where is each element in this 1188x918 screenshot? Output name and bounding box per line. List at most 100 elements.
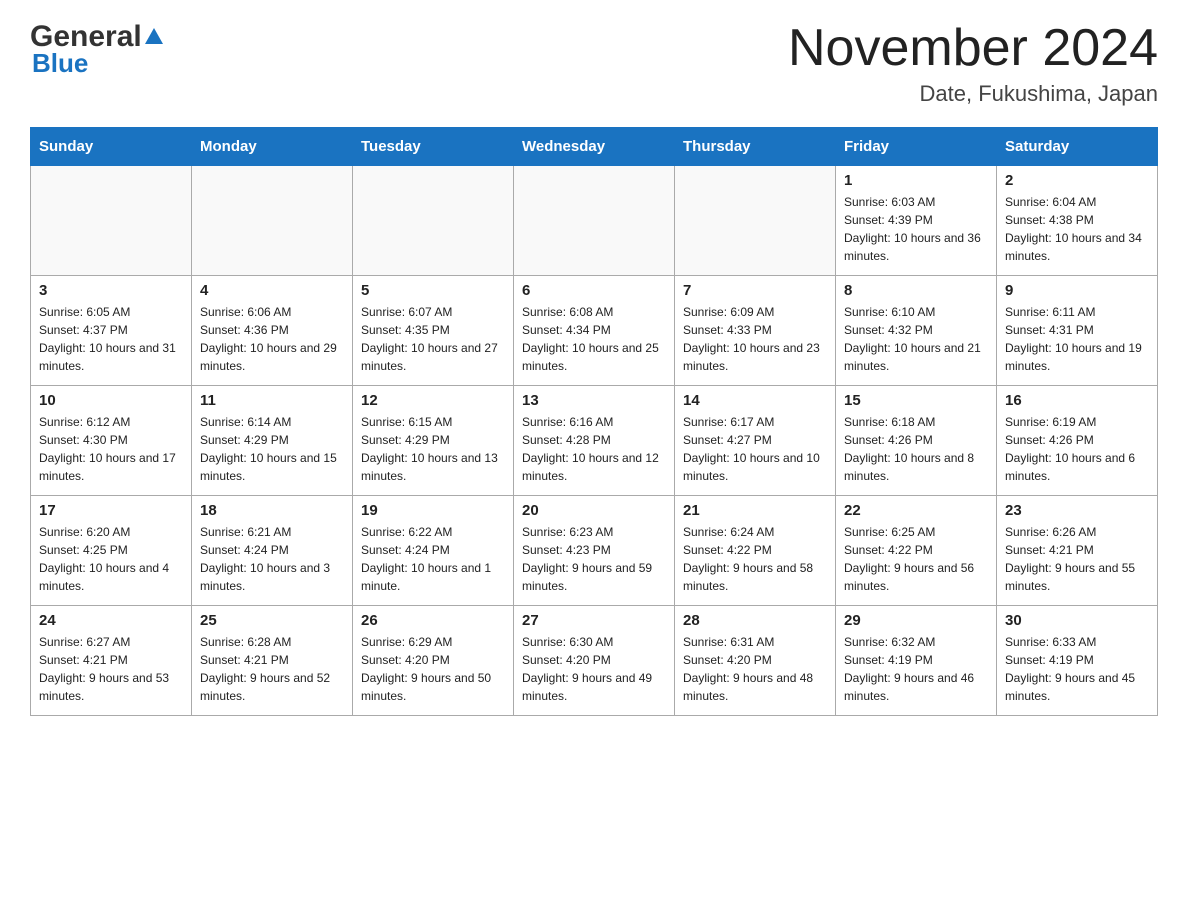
day-info: Sunrise: 6:05 AM Sunset: 4:37 PM Dayligh… (39, 303, 183, 375)
day-number: 23 (1005, 502, 1149, 519)
table-row (514, 166, 675, 276)
day-info: Sunrise: 6:23 AM Sunset: 4:23 PM Dayligh… (522, 523, 666, 595)
day-info: Sunrise: 6:26 AM Sunset: 4:21 PM Dayligh… (1005, 523, 1149, 595)
day-number: 9 (1005, 282, 1149, 299)
day-number: 25 (200, 612, 344, 629)
day-number: 2 (1005, 172, 1149, 189)
day-info: Sunrise: 6:15 AM Sunset: 4:29 PM Dayligh… (361, 413, 505, 485)
header-thursday: Thursday (675, 128, 836, 166)
day-info: Sunrise: 6:24 AM Sunset: 4:22 PM Dayligh… (683, 523, 827, 595)
day-info: Sunrise: 6:14 AM Sunset: 4:29 PM Dayligh… (200, 413, 344, 485)
logo-triangle-icon (145, 28, 163, 44)
header-friday: Friday (836, 128, 997, 166)
day-info: Sunrise: 6:33 AM Sunset: 4:19 PM Dayligh… (1005, 633, 1149, 705)
calendar-subtitle: Date, Fukushima, Japan (788, 81, 1158, 107)
day-number: 17 (39, 502, 183, 519)
day-number: 19 (361, 502, 505, 519)
day-info: Sunrise: 6:32 AM Sunset: 4:19 PM Dayligh… (844, 633, 988, 705)
calendar-table: Sunday Monday Tuesday Wednesday Thursday… (30, 127, 1158, 716)
day-info: Sunrise: 6:16 AM Sunset: 4:28 PM Dayligh… (522, 413, 666, 485)
calendar-title: November 2024 (788, 20, 1158, 77)
day-number: 6 (522, 282, 666, 299)
day-info: Sunrise: 6:21 AM Sunset: 4:24 PM Dayligh… (200, 523, 344, 595)
day-info: Sunrise: 6:20 AM Sunset: 4:25 PM Dayligh… (39, 523, 183, 595)
day-number: 22 (844, 502, 988, 519)
day-number: 28 (683, 612, 827, 629)
day-number: 21 (683, 502, 827, 519)
day-number: 24 (39, 612, 183, 629)
day-number: 14 (683, 392, 827, 409)
day-info: Sunrise: 6:25 AM Sunset: 4:22 PM Dayligh… (844, 523, 988, 595)
day-info: Sunrise: 6:29 AM Sunset: 4:20 PM Dayligh… (361, 633, 505, 705)
day-number: 3 (39, 282, 183, 299)
day-info: Sunrise: 6:30 AM Sunset: 4:20 PM Dayligh… (522, 633, 666, 705)
calendar-week-row: 3 Sunrise: 6:05 AM Sunset: 4:37 PM Daylig… (31, 276, 1158, 386)
day-number: 5 (361, 282, 505, 299)
table-row: 5 Sunrise: 6:07 AM Sunset: 4:35 PM Daylig… (353, 276, 514, 386)
table-row: 7 Sunrise: 6:09 AM Sunset: 4:33 PM Daylig… (675, 276, 836, 386)
table-row: 20 Sunrise: 6:23 AM Sunset: 4:23 PM Dayli… (514, 496, 675, 606)
table-row (31, 166, 192, 276)
table-row: 29 Sunrise: 6:32 AM Sunset: 4:19 PM Dayli… (836, 606, 997, 716)
day-number: 16 (1005, 392, 1149, 409)
day-number: 15 (844, 392, 988, 409)
table-row: 2 Sunrise: 6:04 AM Sunset: 4:38 PM Daylig… (997, 166, 1158, 276)
header-wednesday: Wednesday (514, 128, 675, 166)
day-info: Sunrise: 6:07 AM Sunset: 4:35 PM Dayligh… (361, 303, 505, 375)
day-info: Sunrise: 6:12 AM Sunset: 4:30 PM Dayligh… (39, 413, 183, 485)
calendar-week-row: 17 Sunrise: 6:20 AM Sunset: 4:25 PM Dayli… (31, 496, 1158, 606)
day-number: 18 (200, 502, 344, 519)
header-sunday: Sunday (31, 128, 192, 166)
table-row (353, 166, 514, 276)
table-row: 9 Sunrise: 6:11 AM Sunset: 4:31 PM Daylig… (997, 276, 1158, 386)
day-number: 20 (522, 502, 666, 519)
header-saturday: Saturday (997, 128, 1158, 166)
table-row: 26 Sunrise: 6:29 AM Sunset: 4:20 PM Dayli… (353, 606, 514, 716)
table-row: 17 Sunrise: 6:20 AM Sunset: 4:25 PM Dayli… (31, 496, 192, 606)
day-number: 10 (39, 392, 183, 409)
table-row: 16 Sunrise: 6:19 AM Sunset: 4:26 PM Dayli… (997, 386, 1158, 496)
day-info: Sunrise: 6:08 AM Sunset: 4:34 PM Dayligh… (522, 303, 666, 375)
table-row: 1Sunrise: 6:03 AM Sunset: 4:39 PM Daylig… (836, 166, 997, 276)
day-info: Sunrise: 6:27 AM Sunset: 4:21 PM Dayligh… (39, 633, 183, 705)
table-row: 8Sunrise: 6:10 AM Sunset: 4:32 PM Daylig… (836, 276, 997, 386)
table-row: 23 Sunrise: 6:26 AM Sunset: 4:21 PM Dayli… (997, 496, 1158, 606)
table-row: 13 Sunrise: 6:16 AM Sunset: 4:28 PM Dayli… (514, 386, 675, 496)
calendar-week-row: 1Sunrise: 6:03 AM Sunset: 4:39 PM Daylig… (31, 166, 1158, 276)
day-info: Sunrise: 6:03 AM Sunset: 4:39 PM Dayligh… (844, 193, 988, 265)
day-info: Sunrise: 6:19 AM Sunset: 4:26 PM Dayligh… (1005, 413, 1149, 485)
day-number: 30 (1005, 612, 1149, 629)
day-info: Sunrise: 6:17 AM Sunset: 4:27 PM Dayligh… (683, 413, 827, 485)
table-row: 15Sunrise: 6:18 AM Sunset: 4:26 PM Dayli… (836, 386, 997, 496)
day-number: 27 (522, 612, 666, 629)
table-row: 22 Sunrise: 6:25 AM Sunset: 4:22 PM Dayli… (836, 496, 997, 606)
day-number: 29 (844, 612, 988, 629)
table-row: 3 Sunrise: 6:05 AM Sunset: 4:37 PM Daylig… (31, 276, 192, 386)
day-number: 13 (522, 392, 666, 409)
day-info: Sunrise: 6:10 AM Sunset: 4:32 PM Dayligh… (844, 303, 988, 375)
day-info: Sunrise: 6:04 AM Sunset: 4:38 PM Dayligh… (1005, 193, 1149, 265)
table-row: 11 Sunrise: 6:14 AM Sunset: 4:29 PM Dayli… (192, 386, 353, 496)
table-row: 27 Sunrise: 6:30 AM Sunset: 4:20 PM Dayli… (514, 606, 675, 716)
day-info: Sunrise: 6:11 AM Sunset: 4:31 PM Dayligh… (1005, 303, 1149, 375)
table-row: 18 Sunrise: 6:21 AM Sunset: 4:24 PM Dayli… (192, 496, 353, 606)
table-row: 12Sunrise: 6:15 AM Sunset: 4:29 PM Dayli… (353, 386, 514, 496)
day-number: 26 (361, 612, 505, 629)
table-row: 14 Sunrise: 6:17 AM Sunset: 4:27 PM Dayli… (675, 386, 836, 496)
table-row: 19Sunrise: 6:22 AM Sunset: 4:24 PM Dayli… (353, 496, 514, 606)
day-number: 7 (683, 282, 827, 299)
day-info: Sunrise: 6:28 AM Sunset: 4:21 PM Dayligh… (200, 633, 344, 705)
page-header: General Blue November 2024 Date, Fukushi… (30, 20, 1158, 107)
title-block: November 2024 Date, Fukushima, Japan (788, 20, 1158, 107)
day-number: 11 (200, 392, 344, 409)
table-row: 21 Sunrise: 6:24 AM Sunset: 4:22 PM Dayli… (675, 496, 836, 606)
table-row: 10 Sunrise: 6:12 AM Sunset: 4:30 PM Dayli… (31, 386, 192, 496)
table-row: 25 Sunrise: 6:28 AM Sunset: 4:21 PM Dayli… (192, 606, 353, 716)
table-row: 24 Sunrise: 6:27 AM Sunset: 4:21 PM Dayli… (31, 606, 192, 716)
logo-blue-text: Blue (32, 48, 88, 79)
day-info: Sunrise: 6:09 AM Sunset: 4:33 PM Dayligh… (683, 303, 827, 375)
calendar-week-row: 10 Sunrise: 6:12 AM Sunset: 4:30 PM Dayli… (31, 386, 1158, 496)
header-monday: Monday (192, 128, 353, 166)
table-row (675, 166, 836, 276)
day-info: Sunrise: 6:06 AM Sunset: 4:36 PM Dayligh… (200, 303, 344, 375)
